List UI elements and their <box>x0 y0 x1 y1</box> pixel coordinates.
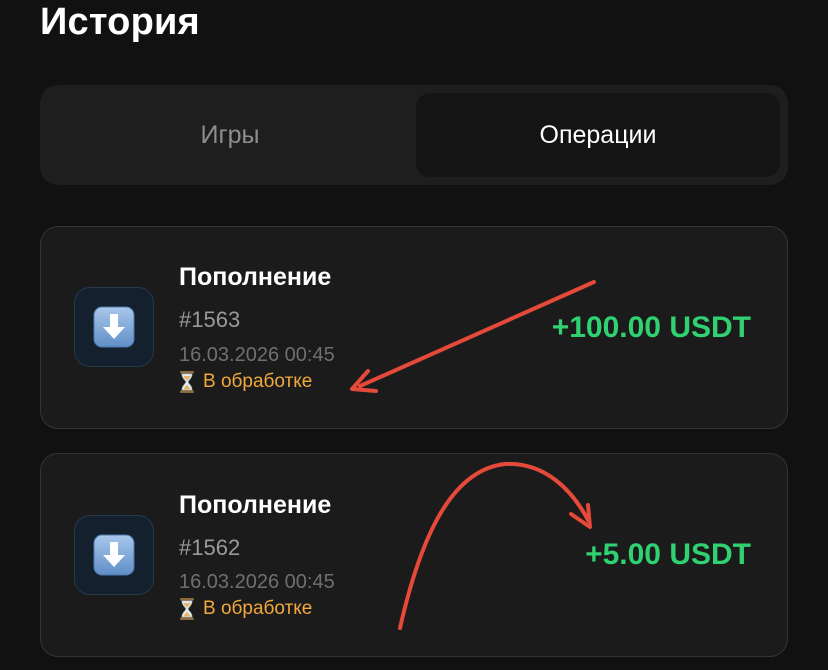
transaction-type: Пополнение <box>179 491 332 519</box>
tab-switcher: Игры Операции <box>40 85 788 185</box>
tab-operations[interactable]: Операции <box>416 93 780 177</box>
transaction-id: #1563 <box>179 307 241 332</box>
transaction-type: Пополнение <box>179 263 332 291</box>
status-label: В обработке <box>203 598 313 619</box>
status-label: В обработке <box>203 371 313 392</box>
hourglass-icon <box>180 371 194 393</box>
tab-games[interactable]: Игры <box>48 93 412 177</box>
transaction-card[interactable]: Пополнение #1562 16.03.2026 00:45 В обра… <box>40 453 788 657</box>
transaction-datetime: 16.03.2026 00:45 <box>179 571 335 593</box>
down-arrow-icon <box>74 287 154 367</box>
transaction-card[interactable]: Пополнение #1563 16.03.2026 00:45 В обра… <box>40 226 788 429</box>
hourglass-icon <box>180 598 194 620</box>
down-arrow-icon <box>74 515 154 595</box>
transaction-amount: +100.00 USDT <box>551 311 751 344</box>
transaction-status: В обработке <box>179 371 312 393</box>
transaction-id: #1562 <box>179 535 241 560</box>
transaction-status: В обработке <box>179 598 312 620</box>
transaction-amount: +5.00 USDT <box>585 538 751 571</box>
transaction-datetime: 16.03.2026 00:45 <box>179 344 335 366</box>
page-title: История <box>40 1 200 43</box>
